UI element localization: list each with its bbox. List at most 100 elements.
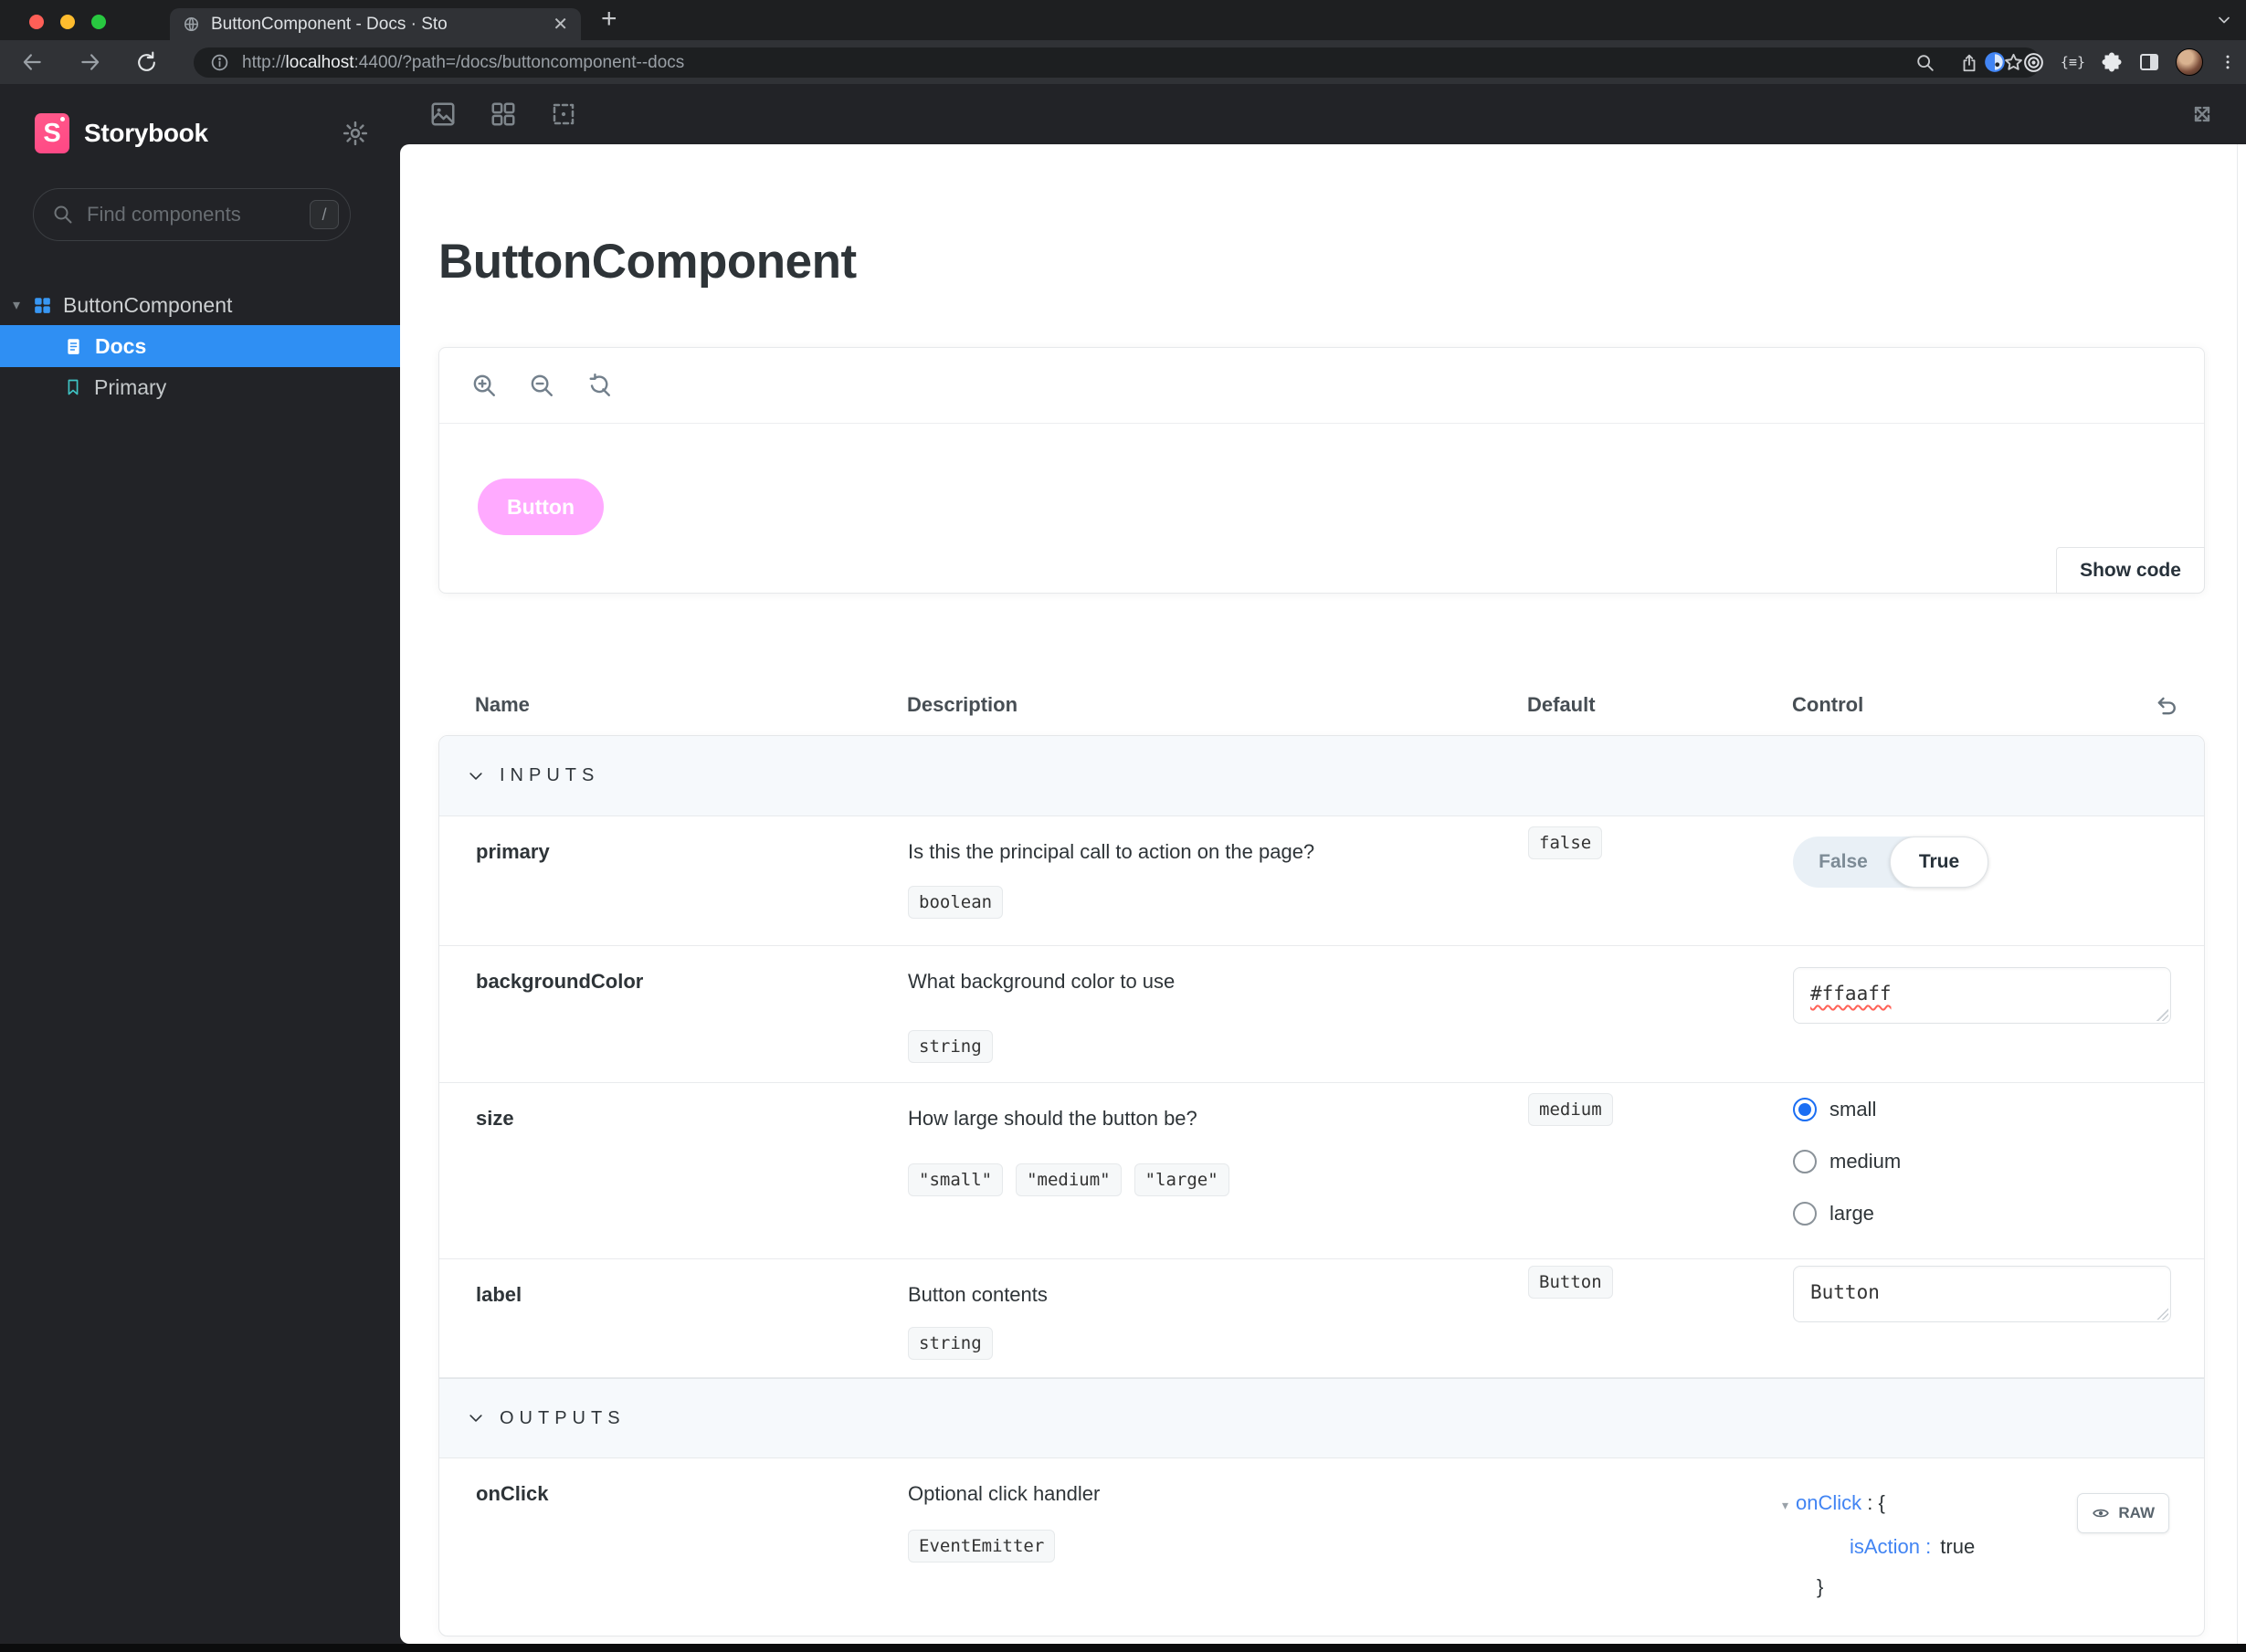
component-tree: ▾ ButtonComponent Docs Primary xyxy=(0,285,400,407)
story-button[interactable]: Button xyxy=(478,479,604,535)
extensions-area: {≡} xyxy=(1983,46,2237,79)
expand-caret-icon[interactable]: ▾ xyxy=(13,296,33,314)
radio-label: medium xyxy=(1829,1149,1902,1173)
zoom-out-icon[interactable] xyxy=(529,373,555,399)
arg-name: backgroundColor xyxy=(476,970,644,993)
arg-type-chip: string xyxy=(908,1030,993,1063)
radio-icon[interactable] xyxy=(1793,1097,1817,1121)
document-icon xyxy=(64,337,83,356)
sidebar-item-buttoncomponent[interactable]: ▾ ButtonComponent xyxy=(0,285,400,325)
zoom-reset-icon[interactable] xyxy=(586,373,613,399)
zoom-in-icon[interactable] xyxy=(471,373,498,399)
extensions-puzzle-icon[interactable] xyxy=(2101,51,2123,73)
arg-description: Button contents xyxy=(908,1283,1048,1306)
object-prop-key: isAction : xyxy=(1850,1535,1932,1558)
sidebar-item-primary[interactable]: Primary xyxy=(0,367,400,407)
arg-type-chip: string xyxy=(908,1327,993,1360)
arg-default-chip: Button xyxy=(1528,1266,1613,1299)
component-search[interactable]: / xyxy=(33,188,351,241)
arg-description: Is this the principal call to action on … xyxy=(908,840,1315,863)
raw-toggle-button[interactable]: RAW xyxy=(2077,1493,2169,1533)
arg-row-size: size How large should the button be? "sm… xyxy=(439,1083,2204,1259)
arg-name: size xyxy=(476,1107,514,1130)
new-tab-button[interactable]: + xyxy=(601,4,617,35)
object-open-brace: : { xyxy=(1861,1491,1885,1514)
backgrounds-icon[interactable] xyxy=(429,100,457,128)
favicon-globe-icon xyxy=(183,16,200,33)
arg-type-chip: boolean xyxy=(908,886,1004,919)
browser-menu-icon[interactable] xyxy=(2219,53,2237,71)
back-button[interactable] xyxy=(20,50,44,74)
arg-description: How large should the button be? xyxy=(908,1107,1197,1130)
arg-default-chip: medium xyxy=(1528,1093,1613,1126)
arg-type-chip: "small" xyxy=(908,1163,1004,1196)
object-tree-line[interactable]: ▾ onClick : { xyxy=(1782,1491,1885,1515)
canvas-scroll-edge xyxy=(2237,144,2238,1644)
boolean-toggle[interactable]: False True xyxy=(1793,837,1988,888)
share-icon[interactable] xyxy=(1959,53,1979,73)
backgroundcolor-text-input[interactable]: #ffaaff xyxy=(1793,967,2171,1024)
sidebar-item-docs[interactable]: Docs xyxy=(0,325,400,367)
window-controls[interactable] xyxy=(29,15,106,29)
resize-grip[interactable] xyxy=(2156,1009,2168,1021)
radio-icon[interactable] xyxy=(1793,1201,1817,1226)
browser-tab-strip: ButtonComponent - Docs · Sto ✕ + xyxy=(0,0,2246,40)
brand-title: Storybook xyxy=(84,119,208,147)
arg-row-backgroundcolor: backgroundColor What background color to… xyxy=(439,946,2204,1083)
browser-toolbar: http://localhost:4400/?path=/docs/button… xyxy=(0,40,2246,84)
search-input[interactable] xyxy=(87,203,310,226)
gear-icon[interactable] xyxy=(342,120,369,147)
eye-icon xyxy=(2092,1504,2110,1522)
zoom-window-button[interactable] xyxy=(91,15,106,29)
collapse-caret-icon[interactable]: ▾ xyxy=(1782,1498,1788,1512)
toggle-false-option[interactable]: False xyxy=(1793,837,1893,888)
arg-row-onclick: onClick Optional click handler EventEmit… xyxy=(439,1458,2204,1636)
arg-type-chip: EventEmitter xyxy=(908,1530,1056,1563)
arg-description: What background color to use xyxy=(908,970,1176,993)
url-host: localhost xyxy=(285,52,354,72)
grid-toggle-icon[interactable] xyxy=(490,100,517,128)
close-window-button[interactable] xyxy=(29,15,44,29)
site-info-icon[interactable] xyxy=(210,53,229,72)
reload-button[interactable] xyxy=(135,51,158,74)
profile-avatar[interactable] xyxy=(2176,48,2203,76)
password-extension-icon[interactable] xyxy=(1983,50,2007,74)
zoom-page-icon[interactable] xyxy=(1915,53,1935,73)
section-outputs[interactable]: OUTPUTS xyxy=(439,1378,2204,1458)
radio-icon[interactable] xyxy=(1793,1149,1817,1173)
resize-grip[interactable] xyxy=(2156,1308,2168,1320)
args-table-header: Name Description Default Control xyxy=(438,689,2205,726)
toggle-true-option[interactable]: True xyxy=(1890,837,1988,888)
radio-label: large xyxy=(1829,1201,1874,1225)
record-extension-icon[interactable] xyxy=(2022,51,2045,74)
forward-button[interactable] xyxy=(79,50,102,74)
radio-option-small[interactable]: small xyxy=(1793,1097,1901,1121)
address-bar[interactable]: http://localhost:4400/?path=/docs/button… xyxy=(194,47,2040,78)
component-grid-icon xyxy=(33,296,52,315)
search-icon xyxy=(52,204,74,226)
input-value: Button xyxy=(1810,1281,1880,1303)
section-inputs[interactable]: INPUTS xyxy=(439,736,2204,816)
minimize-window-button[interactable] xyxy=(60,15,75,29)
label-text-input[interactable]: Button xyxy=(1793,1266,2171,1322)
args-table: INPUTS primary Is this the principal cal… xyxy=(438,735,2205,1636)
radio-option-medium[interactable]: medium xyxy=(1793,1149,1901,1173)
sidebar-item-label: Primary xyxy=(94,374,167,399)
docs-canvas: ButtonComponent Button Show code Name De… xyxy=(400,144,2246,1644)
chevron-down-icon xyxy=(467,1409,485,1427)
reset-controls-icon[interactable] xyxy=(2154,693,2179,719)
tab-search-chevron-icon[interactable] xyxy=(2215,11,2233,29)
tab-close-icon[interactable]: ✕ xyxy=(553,16,568,34)
json-extension-icon[interactable]: {≡} xyxy=(2061,54,2085,70)
radio-option-large[interactable]: large xyxy=(1793,1201,1901,1226)
shortcut-key-badge: / xyxy=(310,200,339,229)
measure-outline-icon[interactable] xyxy=(550,100,577,128)
show-code-button[interactable]: Show code xyxy=(2056,547,2205,594)
side-panel-icon[interactable] xyxy=(2138,51,2160,73)
url-text: http://localhost:4400/?path=/docs/button… xyxy=(242,53,684,73)
fullscreen-icon[interactable] xyxy=(2189,101,2215,127)
size-radio-group: small medium large xyxy=(1793,1097,1901,1226)
url-protocol: http:// xyxy=(242,52,286,72)
storybook-logo-icon[interactable]: S xyxy=(35,113,69,153)
browser-tab-active[interactable]: ButtonComponent - Docs · Sto ✕ xyxy=(170,8,581,40)
